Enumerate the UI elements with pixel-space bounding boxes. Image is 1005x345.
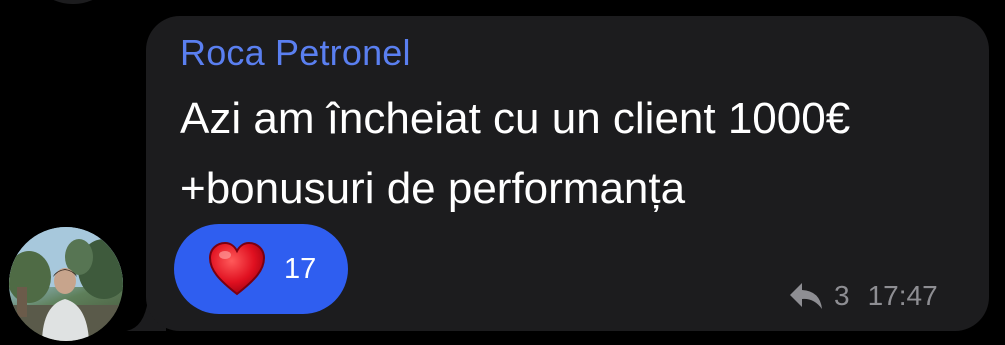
heart-icon bbox=[208, 241, 266, 296]
message-line: Azi am încheiat cu un client 1000€ bbox=[180, 94, 851, 143]
message-meta: 3 17:47 bbox=[788, 279, 938, 313]
previous-avatar bbox=[28, 0, 118, 4]
message-time: 17:47 bbox=[867, 280, 938, 311]
reaction-pill[interactable]: 17 bbox=[174, 224, 348, 314]
reaction-count: 17 bbox=[284, 253, 317, 285]
reply-count[interactable]: 3 bbox=[834, 280, 850, 312]
sender-name[interactable]: Roca Petronel bbox=[180, 32, 411, 74]
reply-icon[interactable] bbox=[788, 281, 824, 311]
message-text: Azi am încheiat cu un client 1000€ +bonu… bbox=[180, 84, 980, 224]
avatar[interactable] bbox=[9, 227, 123, 341]
message-line: +bonusuri de performanța bbox=[180, 164, 686, 213]
chat-view: Roca Petronel Azi am încheiat cu un clie… bbox=[0, 0, 1005, 345]
